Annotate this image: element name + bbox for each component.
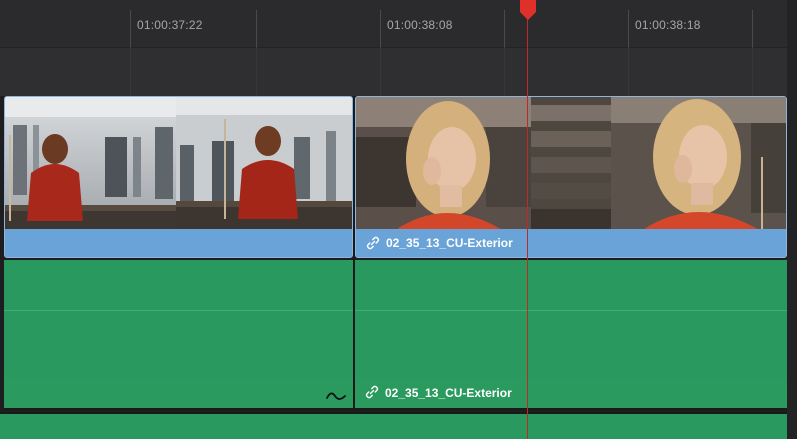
audio-track: 02_35_13_CU-Exterior (0, 258, 797, 412)
clip-label-bar: 02_35_13_CU-Exterior (356, 229, 786, 257)
ruler-tick (380, 10, 381, 48)
audio-clip-2[interactable]: 02_35_13_CU-Exterior (355, 260, 787, 410)
ruler-tick (752, 10, 753, 48)
ruler-tick (628, 10, 629, 48)
ruler-tick (256, 10, 257, 48)
timeline-ruler[interactable]: 01:00:37:22 01:00:38:08 01:00:38:18 (0, 0, 797, 48)
thumbnail-frame (356, 97, 531, 231)
timecode-label: 01:00:38:08 (387, 18, 453, 32)
grid-line (752, 48, 753, 96)
grid-line (628, 48, 629, 96)
clip-name: 02_35_13_CU-Exterior (386, 236, 513, 250)
grid-line (256, 48, 257, 96)
link-icon (366, 236, 380, 250)
audio-level-line (4, 310, 353, 311)
video-clip-1[interactable] (4, 96, 353, 258)
thumbnail-frame (176, 97, 352, 231)
thumbnail-frame (611, 97, 786, 231)
audio-label-row: 02_35_13_CU-Exterior (355, 378, 787, 408)
video-clip-2[interactable]: 02_35_13_CU-Exterior (355, 96, 787, 258)
playhead-marker-icon[interactable] (518, 0, 538, 20)
thumbnail-frame (531, 97, 611, 231)
edit-point-line[interactable] (353, 96, 355, 412)
audio-clip-name: 02_35_13_CU-Exterior (385, 386, 512, 400)
link-icon (365, 385, 379, 399)
timeline-right-edge (787, 0, 797, 439)
playhead-line[interactable] (527, 14, 528, 439)
audio-label-row (4, 378, 353, 408)
empty-track-row[interactable] (0, 48, 797, 96)
clip-thumbnails (356, 97, 786, 231)
timecode-label: 01:00:37:22 (137, 18, 203, 32)
audio-fade-curve-icon[interactable] (325, 388, 347, 404)
thumbnail-frame (5, 97, 176, 231)
ruler-tick (504, 10, 505, 48)
lower-audio-track[interactable] (0, 412, 797, 439)
clip-label-bar (5, 229, 352, 257)
timecode-label: 01:00:38:18 (635, 18, 701, 32)
grid-line (504, 48, 505, 96)
clip-thumbnails (5, 97, 352, 231)
grid-line (130, 48, 131, 96)
grid-line (380, 48, 381, 96)
audio-clip-1[interactable] (4, 260, 353, 410)
ruler-tick (130, 10, 131, 48)
video-track: 02_35_13_CU-Exterior (0, 96, 797, 258)
audio-level-line (355, 310, 787, 311)
